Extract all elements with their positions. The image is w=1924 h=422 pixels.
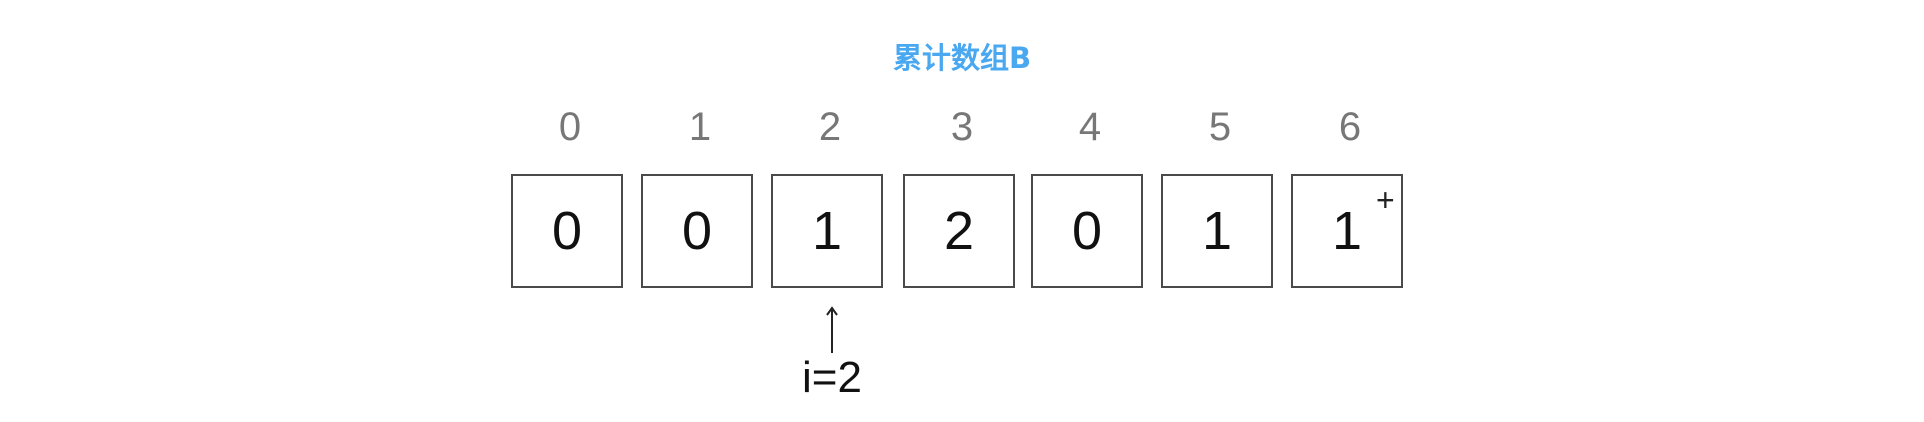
- array-cell-4: 0: [1031, 174, 1143, 288]
- increment-plus-marker: +: [1376, 182, 1395, 218]
- array-cell-5: 1: [1161, 174, 1273, 288]
- up-arrow-icon: [826, 306, 838, 353]
- index-label-1: 1: [688, 105, 712, 149]
- index-label-4: 4: [1078, 105, 1102, 149]
- index-label-6: 6: [1338, 105, 1362, 149]
- array-cell-2: 1: [771, 174, 883, 288]
- array-title: 累计数组B: [892, 41, 1032, 75]
- array-cell-0: 0: [511, 174, 623, 288]
- index-label-0: 0: [558, 105, 582, 149]
- index-label-5: 5: [1208, 105, 1232, 149]
- array-cell-3: 2: [903, 174, 1015, 288]
- index-label-3: 3: [950, 105, 974, 149]
- array-cell-1: 0: [641, 174, 753, 288]
- index-label-2: 2: [818, 105, 842, 149]
- index-pointer: i=2: [800, 305, 864, 405]
- pointer-label: i=2: [802, 353, 862, 402]
